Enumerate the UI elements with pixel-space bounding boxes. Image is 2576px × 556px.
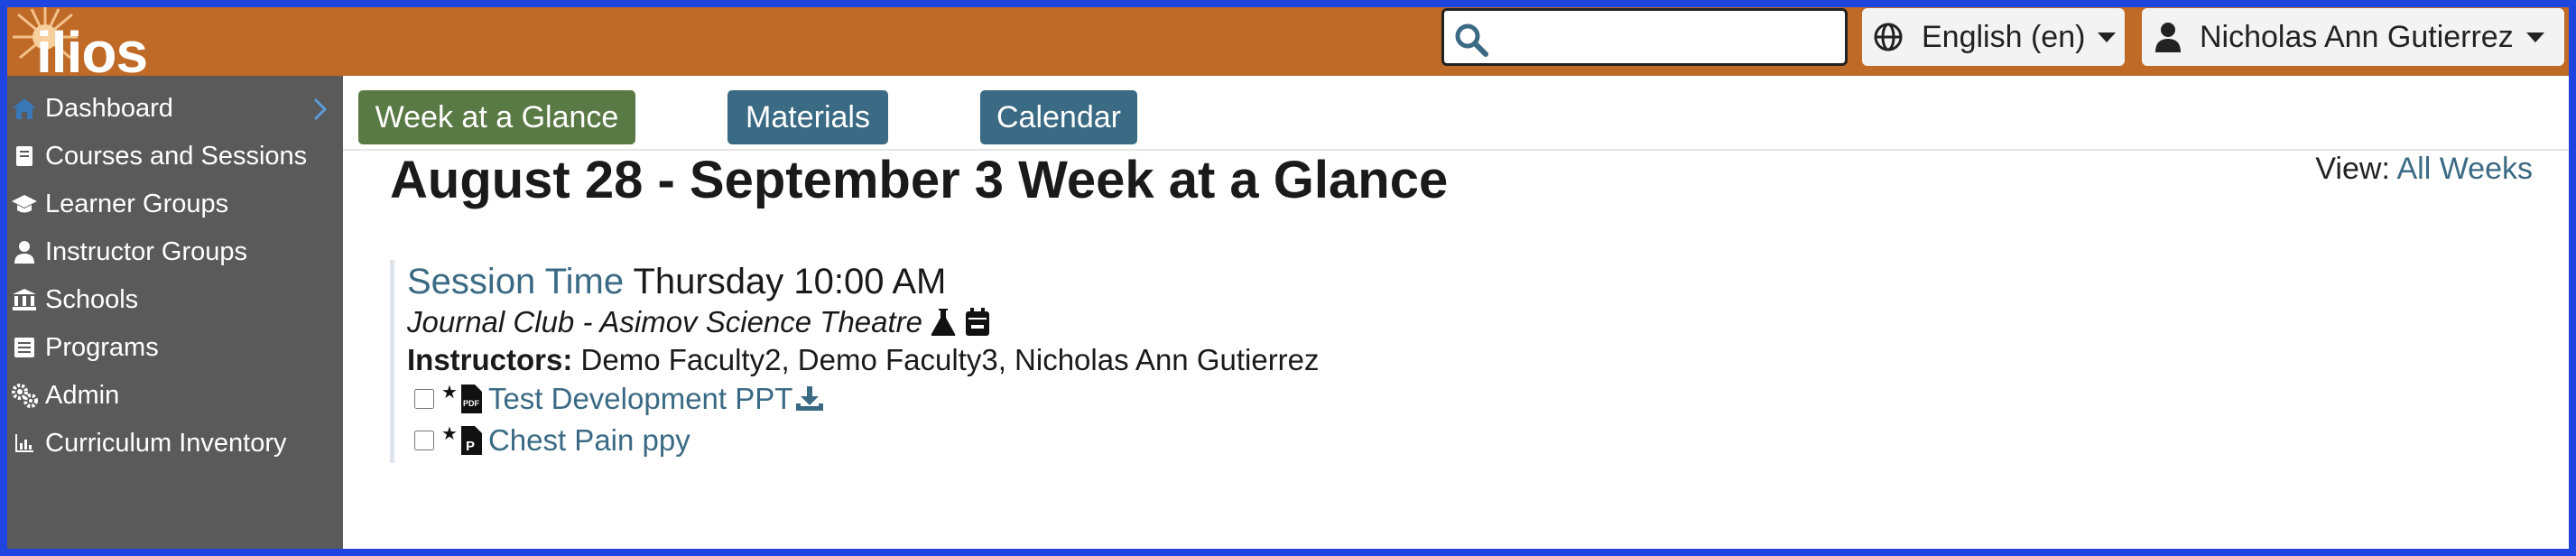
session-title: Journal Club - Asimov Science Theatre <box>407 305 923 338</box>
chart-icon <box>15 434 33 452</box>
sidebar-nav: Dashboard Courses and Sessions Learner G… <box>0 76 343 556</box>
download-icon[interactable] <box>794 385 825 412</box>
top-header: ilios English (en) Nicholas Ann Gutierre… <box>0 0 2576 85</box>
sidebar-item-schools[interactable]: Schools <box>0 277 343 322</box>
language-label: English (en) <box>1922 19 2086 54</box>
sidebar-item-learner-groups[interactable]: Learner Groups <box>0 181 343 227</box>
user-icon <box>2155 23 2181 52</box>
learning-material-item: ★ P Chest Pain ppy <box>414 422 690 459</box>
sidebar-item-curriculum-inventory[interactable]: Curriculum Inventory <box>0 421 343 466</box>
sidebar-item-instructor-groups[interactable]: Instructor Groups <box>0 229 343 274</box>
search-field[interactable] <box>1441 8 1848 66</box>
flask-icon <box>930 307 957 338</box>
logo-text: ilios <box>36 20 148 85</box>
sidebar-item-programs[interactable]: Programs <box>0 325 343 370</box>
material-checkbox[interactable] <box>414 389 434 409</box>
session-event: Session Time Thursday 10:00 AM Journal C… <box>390 260 1473 463</box>
sidebar-item-dashboard[interactable]: Dashboard <box>0 86 343 131</box>
university-icon <box>13 289 36 310</box>
sidebar-item-courses[interactable]: Courses and Sessions <box>0 134 343 179</box>
instructors-row: Instructors: Demo Faculty2, Demo Faculty… <box>407 343 1320 377</box>
session-time-label[interactable]: Session Time <box>407 262 624 301</box>
tab-week-at-a-glance[interactable]: Week at a Glance <box>358 90 635 144</box>
user-name: Nicholas Ann Gutierrez <box>2200 19 2514 54</box>
globe-icon <box>1874 23 1903 51</box>
star-icon: ★ <box>441 424 458 444</box>
material-checkbox[interactable] <box>414 431 434 450</box>
sidebar-item-admin[interactable]: Admin <box>0 373 343 418</box>
caret-down-icon <box>2525 32 2544 42</box>
instructors-list: Demo Faculty2, Demo Faculty3, Nicholas A… <box>580 343 1320 376</box>
material-link[interactable]: Test Development PPT <box>488 382 792 416</box>
all-weeks-link[interactable]: All Weeks <box>2396 152 2533 186</box>
tab-materials[interactable]: Materials <box>727 90 888 144</box>
pdf-file-icon: PDF <box>459 384 483 414</box>
material-link[interactable]: Chest Pain ppy <box>488 423 690 458</box>
search-icon <box>1455 23 1488 57</box>
page-title: August 28 - September 3 Week at a Glance <box>390 151 1449 209</box>
book-icon <box>16 146 32 166</box>
language-dropdown[interactable]: English (en) <box>1862 8 2125 66</box>
list-icon <box>14 338 34 357</box>
home-icon <box>13 98 36 119</box>
svg-text:PDF: PDF <box>463 399 480 408</box>
powerpoint-file-icon: P <box>459 425 483 456</box>
instructors-label: Instructors: <box>407 343 573 376</box>
session-title-row: Journal Club - Asimov Science Theatre <box>407 305 991 339</box>
tab-calendar[interactable]: Calendar <box>980 90 1137 144</box>
graduation-cap-icon <box>12 195 37 213</box>
ilios-logo[interactable]: ilios <box>9 5 162 85</box>
svg-text:P: P <box>466 439 475 454</box>
calendar-icon <box>964 307 991 338</box>
session-time: Session Time Thursday 10:00 AM <box>407 262 946 302</box>
view-label: View: <box>2315 152 2390 186</box>
view-selector: View: All Weeks <box>2315 152 2533 187</box>
learning-material-item: ★ PDF Test Development PPT <box>414 381 825 417</box>
chevron-right-icon <box>313 97 328 121</box>
user-tie-icon <box>14 241 34 264</box>
caret-down-icon <box>2098 32 2117 42</box>
cogs-icon <box>12 384 38 408</box>
user-menu-dropdown[interactable]: Nicholas Ann Gutierrez <box>2142 8 2564 66</box>
session-time-value: Thursday 10:00 AM <box>633 262 947 301</box>
star-icon: ★ <box>441 383 458 403</box>
